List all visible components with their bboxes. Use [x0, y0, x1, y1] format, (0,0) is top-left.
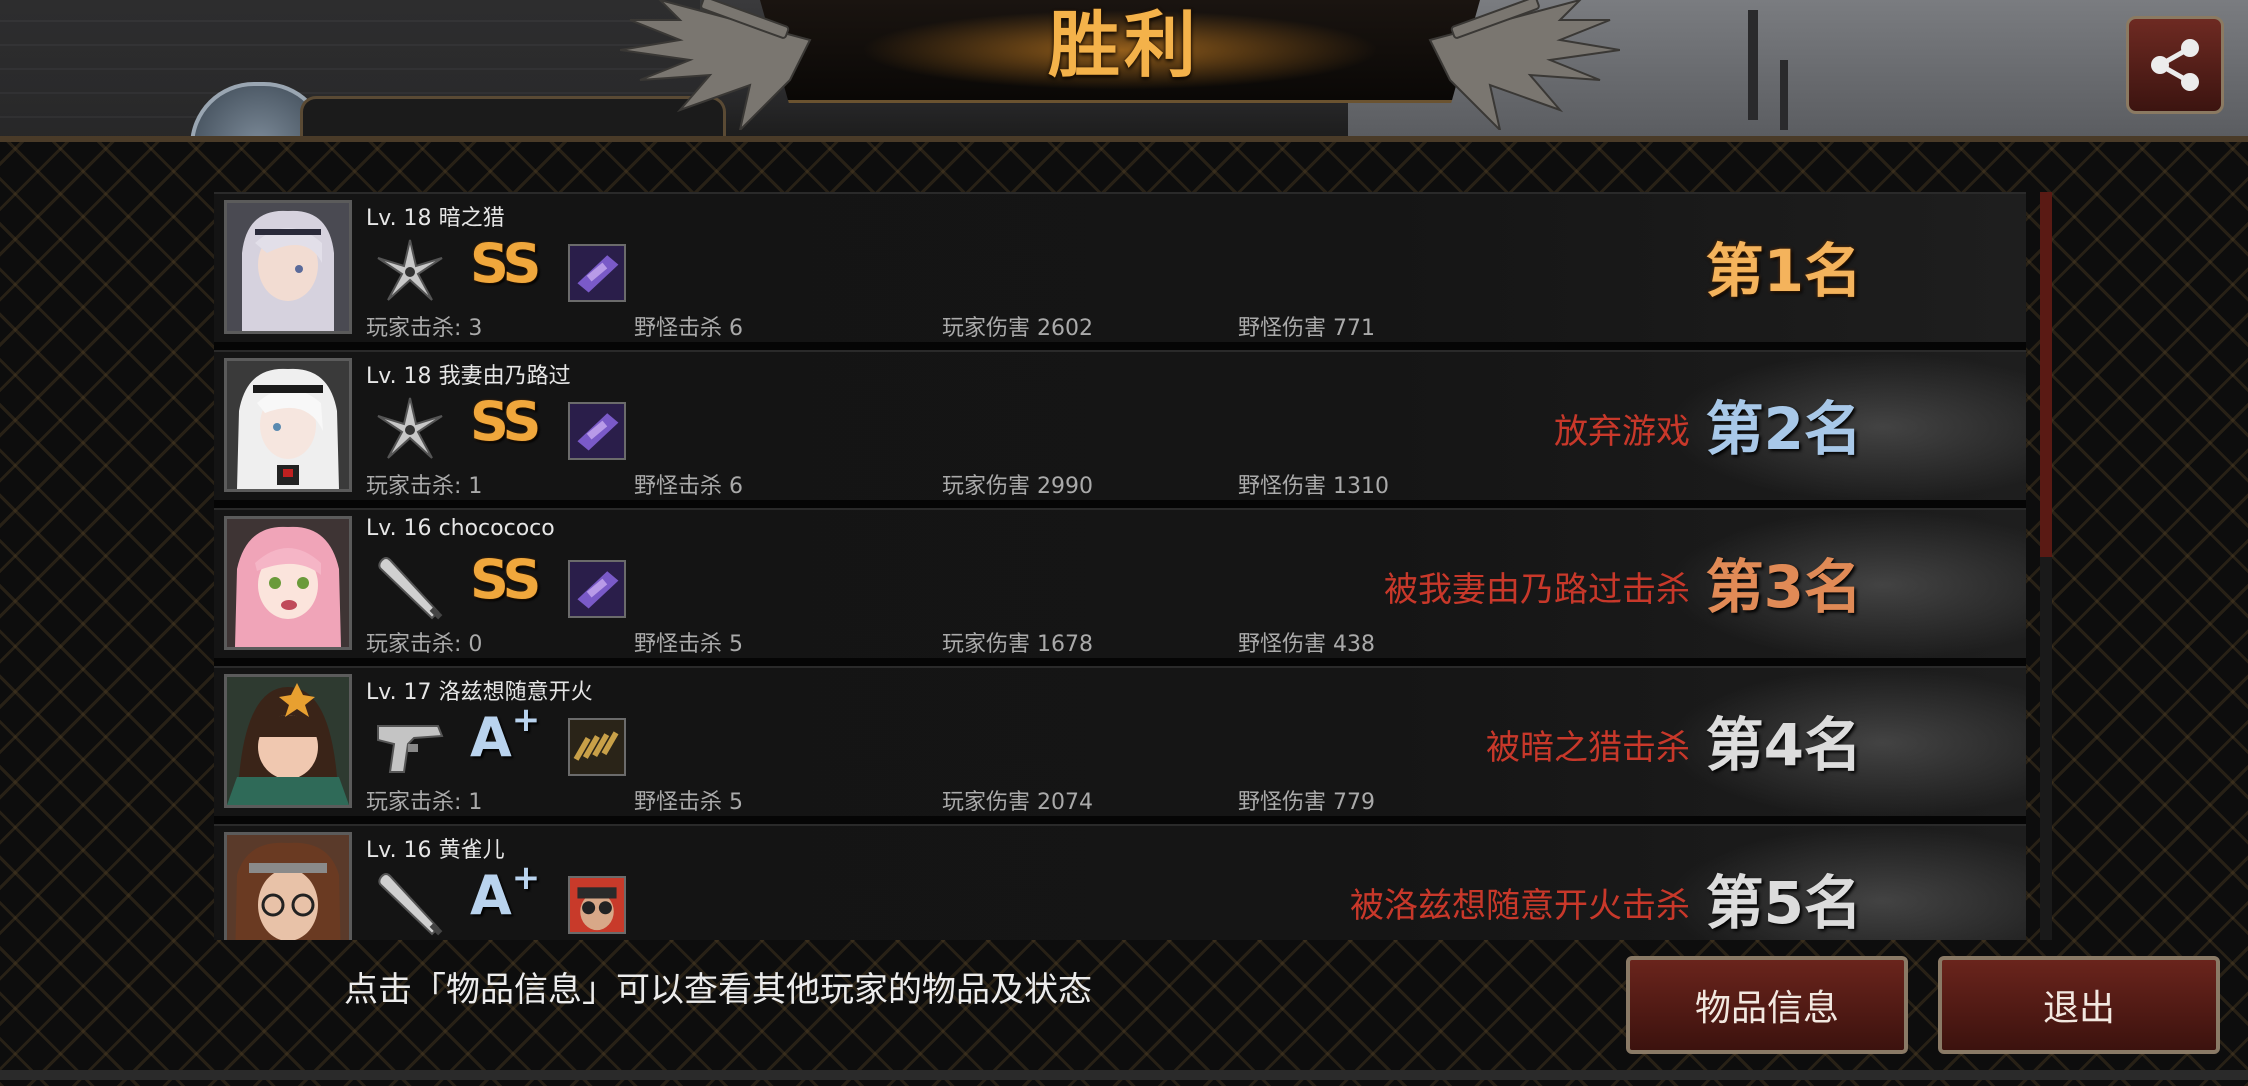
- player-row[interactable]: Lv. 16 chocococo SS 玩家击杀: 0 野怪击杀 5 玩家伤害 …: [214, 508, 2026, 660]
- player-kills: 玩家击杀: 3: [366, 316, 483, 341]
- player-row[interactable]: Lv. 18 我妻由乃路过 SS 玩家击杀: 1 野怪击杀 6 玩家伤害 299…: [214, 350, 2026, 502]
- grade-badge: A+: [470, 858, 541, 927]
- player-avatar: [224, 674, 352, 808]
- purple-weapon-item-icon: [568, 560, 626, 618]
- player-level-name: Lv. 18 我妻由乃路过: [366, 364, 571, 389]
- player-row[interactable]: Lv. 18 暗之猎 SS 玩家击杀: 3 野怪击杀 6 玩家伤害 2602 野…: [214, 192, 2026, 342]
- exit-button[interactable]: 退出: [1938, 956, 2220, 1054]
- player-kills: 玩家击杀: 0: [366, 632, 483, 657]
- elimination-status: 被我妻由乃路过击杀: [1384, 570, 1690, 610]
- player-damage: 玩家伤害 1678: [942, 632, 1093, 657]
- player-damage: 玩家伤害 2602: [942, 316, 1093, 341]
- victory-title: 胜利: [1047, 3, 1200, 87]
- monster-kills: 野怪击杀 5: [634, 790, 743, 815]
- player-level-name: Lv. 16 黄雀儿: [366, 838, 505, 863]
- share-button[interactable]: [2126, 16, 2224, 114]
- pistol-icon: [377, 725, 444, 773]
- grade-badge: SS: [470, 232, 541, 295]
- rank-label: 第3名: [1705, 553, 1862, 621]
- baseball-bat-icon: [378, 557, 443, 620]
- monster-kills: 野怪击杀 6: [634, 316, 743, 341]
- list-scrollbar[interactable]: [2040, 192, 2052, 940]
- rank-label: 第4名: [1705, 711, 1862, 779]
- monster-kills: 野怪击杀 6: [634, 474, 743, 499]
- player-damage: 玩家伤害 2990: [942, 474, 1093, 499]
- monster-damage: 野怪伤害 1310: [1238, 474, 1389, 499]
- player-avatar: [224, 516, 352, 650]
- elimination-status: 被洛兹想随意开火击杀: [1350, 886, 1690, 926]
- shuriken-icon: [377, 239, 443, 301]
- binoculars-man-item-icon: [568, 876, 626, 934]
- elimination-status: 放弃游戏: [1554, 412, 1690, 452]
- hint-text: 点击「物品信息」可以查看其他玩家的物品及状态: [344, 970, 1092, 1010]
- player-avatar: [224, 358, 352, 492]
- player-avatar: [224, 200, 352, 334]
- rank-label: 第2名: [1705, 395, 1862, 463]
- monster-damage: 野怪伤害 779: [1238, 790, 1375, 815]
- monster-damage: 野怪伤害 771: [1238, 316, 1375, 341]
- ammo-belt-item-icon: [568, 718, 626, 776]
- baseball-bat-icon: [378, 873, 443, 936]
- rank-label: 第5名: [1705, 869, 1862, 937]
- grade-badge: A+: [470, 700, 541, 769]
- player-damage: 玩家伤害 2074: [942, 790, 1093, 815]
- player-kills: 玩家击杀: 1: [366, 474, 483, 499]
- player-row[interactable]: Lv. 16 黄雀儿 A+ 被洛兹想随意开火击杀 第5名: [214, 824, 2026, 940]
- player-row[interactable]: Lv. 17 洛兹想随意开火 A+ 玩家击杀: 1 野怪击杀 5 玩家伤害 20…: [214, 666, 2026, 818]
- monster-kills: 野怪击杀 5: [634, 632, 743, 657]
- player-kills: 玩家击杀: 1: [366, 790, 483, 815]
- grade-badge: SS: [470, 548, 541, 611]
- player-results-list[interactable]: Lv. 18 暗之猎 SS 玩家击杀: 3 野怪击杀 6 玩家伤害 2602 野…: [214, 192, 2026, 940]
- player-avatar: [224, 832, 352, 940]
- bottom-edge: [0, 1070, 2248, 1080]
- player-level-name: Lv. 18 暗之猎: [366, 206, 505, 231]
- share-icon: [2151, 39, 2199, 91]
- item-info-button[interactable]: 物品信息: [1626, 956, 1908, 1054]
- player-level-name: Lv. 17 洛兹想随意开火: [366, 680, 593, 705]
- purple-weapon-item-icon: [568, 244, 626, 302]
- shuriken-icon: [377, 397, 443, 459]
- grade-badge: SS: [470, 390, 541, 453]
- elimination-status: 被暗之猎击杀: [1486, 728, 1690, 768]
- scrollbar-thumb[interactable]: [2040, 192, 2052, 557]
- monster-damage: 野怪伤害 438: [1238, 632, 1375, 657]
- purple-weapon-item-icon: [568, 402, 626, 460]
- player-level-name: Lv. 16 chocococo: [366, 516, 555, 541]
- rank-label: 第1名: [1705, 237, 1862, 305]
